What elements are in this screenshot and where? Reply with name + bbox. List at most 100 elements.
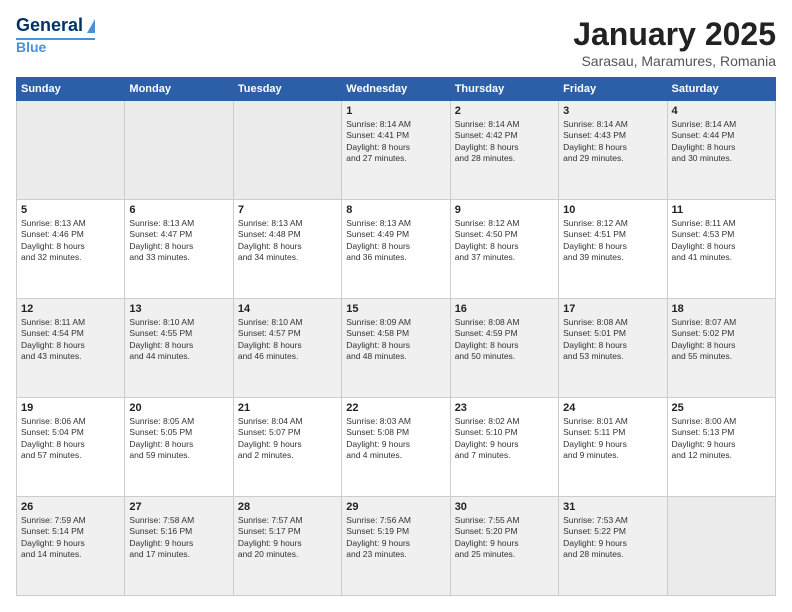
day-number: 1 (346, 105, 445, 117)
day-info: Sunrise: 8:04 AM Sunset: 5:07 PM Dayligh… (238, 416, 337, 462)
day-info: Sunrise: 8:08 AM Sunset: 4:59 PM Dayligh… (455, 317, 554, 363)
day-info: Sunrise: 7:56 AM Sunset: 5:19 PM Dayligh… (346, 515, 445, 561)
col-sunday: Sunday (17, 78, 125, 101)
day-number: 30 (455, 501, 554, 513)
col-thursday: Thursday (450, 78, 558, 101)
table-row: 19 Sunrise: 8:06 AM Sunset: 5:04 PM Dayli… (17, 398, 125, 497)
table-row: 8Sunrise: 8:13 AM Sunset: 4:49 PM Daylig… (342, 200, 450, 299)
table-row: 12 Sunrise: 8:11 AM Sunset: 4:54 PM Dayli… (17, 299, 125, 398)
calendar-week-row: 5 Sunrise: 8:13 AM Sunset: 4:46 PM Daylig… (17, 200, 776, 299)
day-info: Sunrise: 7:55 AM Sunset: 5:20 PM Dayligh… (455, 515, 554, 561)
day-info: Sunrise: 8:10 AM Sunset: 4:57 PM Dayligh… (238, 317, 337, 363)
table-row (233, 101, 341, 200)
calendar-week-row: 19 Sunrise: 8:06 AM Sunset: 5:04 PM Dayli… (17, 398, 776, 497)
day-info: Sunrise: 8:10 AM Sunset: 4:55 PM Dayligh… (129, 317, 228, 363)
calendar-week-row: 26 Sunrise: 7:59 AM Sunset: 5:14 PM Dayli… (17, 497, 776, 596)
table-row: 15 Sunrise: 8:09 AM Sunset: 4:58 PM Dayli… (342, 299, 450, 398)
day-number: 9 (455, 204, 554, 216)
calendar-week-row: 12 Sunrise: 8:11 AM Sunset: 4:54 PM Dayli… (17, 299, 776, 398)
table-row: 23 Sunrise: 8:02 AM Sunset: 5:10 PM Dayli… (450, 398, 558, 497)
day-info: Sunrise: 8:12 AM Sunset: 4:50 PM Dayligh… (455, 218, 554, 264)
col-friday: Friday (559, 78, 667, 101)
table-row: 21 Sunrise: 8:04 AM Sunset: 5:07 PM Dayli… (233, 398, 341, 497)
day-number: 22 (346, 402, 445, 414)
day-info: Sunrise: 8:02 AM Sunset: 5:10 PM Dayligh… (455, 416, 554, 462)
day-info: Sunrise: 7:53 AM Sunset: 5:22 PM Dayligh… (563, 515, 662, 561)
day-number: 11 (672, 204, 771, 216)
day-info: Sunrise: 8:11 AM Sunset: 4:53 PM Dayligh… (672, 218, 771, 264)
table-row: 9 Sunrise: 8:12 AM Sunset: 4:50 PM Daylig… (450, 200, 558, 299)
page: General Blue January 2025 Sarasau, Maram… (0, 0, 792, 612)
col-wednesday: Wednesday (342, 78, 450, 101)
table-row: 22 Sunrise: 8:03 AM Sunset: 5:08 PM Dayli… (342, 398, 450, 497)
table-row: 3 Sunrise: 8:14 AM Sunset: 4:43 PM Daylig… (559, 101, 667, 200)
day-number: 10 (563, 204, 662, 216)
day-info: Sunrise: 8:14 AM Sunset: 4:44 PM Dayligh… (672, 119, 771, 165)
table-row: 17Sunrise: 8:08 AM Sunset: 5:01 PM Dayli… (559, 299, 667, 398)
day-info: Sunrise: 7:57 AM Sunset: 5:17 PM Dayligh… (238, 515, 337, 561)
table-row: 10 Sunrise: 8:12 AM Sunset: 4:51 PM Dayli… (559, 200, 667, 299)
day-number: 3 (563, 105, 662, 117)
day-number: 23 (455, 402, 554, 414)
table-row (125, 101, 233, 200)
table-row: 2 Sunrise: 8:14 AM Sunset: 4:42 PM Daylig… (450, 101, 558, 200)
day-info: Sunrise: 8:01 AM Sunset: 5:11 PM Dayligh… (563, 416, 662, 462)
table-row: 13Sunrise: 8:10 AM Sunset: 4:55 PM Dayli… (125, 299, 233, 398)
day-number: 29 (346, 501, 445, 513)
day-info: Sunrise: 8:03 AM Sunset: 5:08 PM Dayligh… (346, 416, 445, 462)
day-number: 14 (238, 303, 337, 315)
table-row: 14 Sunrise: 8:10 AM Sunset: 4:57 PM Dayli… (233, 299, 341, 398)
day-number: 4 (672, 105, 771, 117)
day-number: 20 (129, 402, 228, 414)
table-row: 16Sunrise: 8:08 AM Sunset: 4:59 PM Dayli… (450, 299, 558, 398)
table-row: 28 Sunrise: 7:57 AM Sunset: 5:17 PM Dayli… (233, 497, 341, 596)
day-info: Sunrise: 8:13 AM Sunset: 4:46 PM Dayligh… (21, 218, 120, 264)
day-number: 26 (21, 501, 120, 513)
day-number: 2 (455, 105, 554, 117)
table-row: 4 Sunrise: 8:14 AM Sunset: 4:44 PM Daylig… (667, 101, 775, 200)
day-info: Sunrise: 8:14 AM Sunset: 4:42 PM Dayligh… (455, 119, 554, 165)
month-title: January 2025 (573, 16, 776, 53)
table-row (17, 101, 125, 200)
header: General Blue January 2025 Sarasau, Maram… (16, 16, 776, 69)
day-number: 18 (672, 303, 771, 315)
day-info: Sunrise: 8:08 AM Sunset: 5:01 PM Dayligh… (563, 317, 662, 363)
table-row: 27Sunrise: 7:58 AM Sunset: 5:16 PM Dayli… (125, 497, 233, 596)
day-number: 5 (21, 204, 120, 216)
day-info: Sunrise: 8:00 AM Sunset: 5:13 PM Dayligh… (672, 416, 771, 462)
day-number: 28 (238, 501, 337, 513)
table-row: 25Sunrise: 8:00 AM Sunset: 5:13 PM Dayli… (667, 398, 775, 497)
calendar-week-row: 1 Sunrise: 8:14 AM Sunset: 4:41 PM Daylig… (17, 101, 776, 200)
day-info: Sunrise: 8:06 AM Sunset: 5:04 PM Dayligh… (21, 416, 120, 462)
table-row: 5 Sunrise: 8:13 AM Sunset: 4:46 PM Daylig… (17, 200, 125, 299)
day-info: Sunrise: 8:12 AM Sunset: 4:51 PM Dayligh… (563, 218, 662, 264)
day-info: Sunrise: 8:14 AM Sunset: 4:41 PM Dayligh… (346, 119, 445, 165)
table-row: 30 Sunrise: 7:55 AM Sunset: 5:20 PM Dayli… (450, 497, 558, 596)
logo: General Blue (16, 16, 95, 55)
table-row: 18 Sunrise: 8:07 AM Sunset: 5:02 PM Dayli… (667, 299, 775, 398)
day-info: Sunrise: 8:09 AM Sunset: 4:58 PM Dayligh… (346, 317, 445, 363)
table-row: 26 Sunrise: 7:59 AM Sunset: 5:14 PM Dayli… (17, 497, 125, 596)
day-info: Sunrise: 8:14 AM Sunset: 4:43 PM Dayligh… (563, 119, 662, 165)
day-info: Sunrise: 8:11 AM Sunset: 4:54 PM Dayligh… (21, 317, 120, 363)
day-info: Sunrise: 8:07 AM Sunset: 5:02 PM Dayligh… (672, 317, 771, 363)
table-row (667, 497, 775, 596)
day-number: 19 (21, 402, 120, 414)
day-number: 24 (563, 402, 662, 414)
table-row: 1 Sunrise: 8:14 AM Sunset: 4:41 PM Daylig… (342, 101, 450, 200)
calendar-header-row: Sunday Monday Tuesday Wednesday Thursday… (17, 78, 776, 101)
table-row: 31Sunrise: 7:53 AM Sunset: 5:22 PM Dayli… (559, 497, 667, 596)
col-tuesday: Tuesday (233, 78, 341, 101)
day-number: 6 (129, 204, 228, 216)
day-number: 15 (346, 303, 445, 315)
day-number: 21 (238, 402, 337, 414)
table-row: 24 Sunrise: 8:01 AM Sunset: 5:11 PM Dayli… (559, 398, 667, 497)
day-info: Sunrise: 8:13 AM Sunset: 4:47 PM Dayligh… (129, 218, 228, 264)
day-number: 8 (346, 204, 445, 216)
col-saturday: Saturday (667, 78, 775, 101)
table-row: 7Sunrise: 8:13 AM Sunset: 4:48 PM Daylig… (233, 200, 341, 299)
day-info: Sunrise: 7:59 AM Sunset: 5:14 PM Dayligh… (21, 515, 120, 561)
day-number: 12 (21, 303, 120, 315)
table-row: 29 Sunrise: 7:56 AM Sunset: 5:19 PM Dayli… (342, 497, 450, 596)
col-monday: Monday (125, 78, 233, 101)
